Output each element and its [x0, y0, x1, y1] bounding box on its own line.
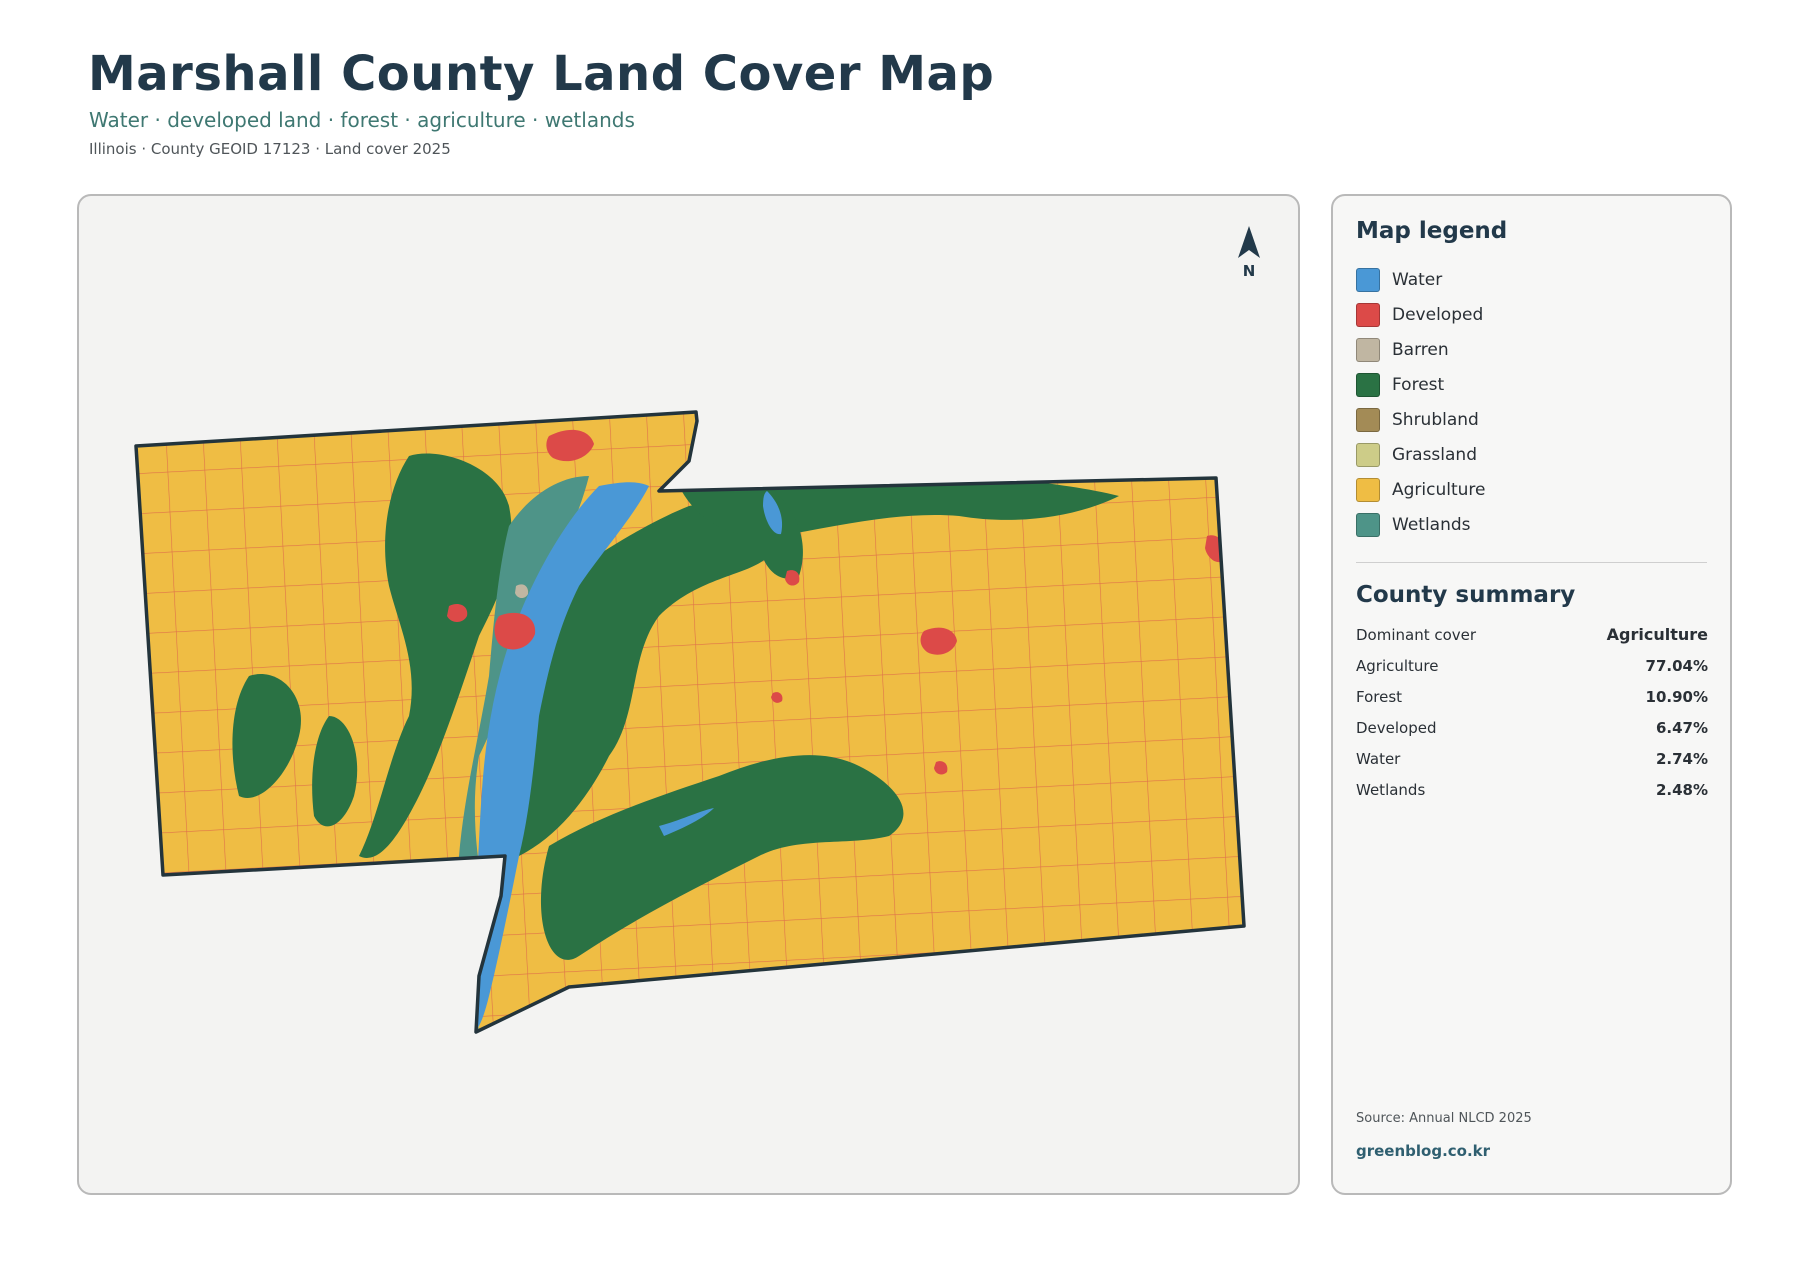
legend-divider	[1356, 562, 1707, 563]
legend-swatch	[1356, 477, 1380, 502]
legend-panel: Map legend Water Developed Barren Forest Shr…	[1331, 194, 1732, 1195]
legend-item-water: Water	[1356, 262, 1486, 297]
summary-row: Wetlands 2.48%	[1356, 774, 1708, 805]
summary-label: Water	[1356, 749, 1401, 768]
legend-item-forest: Forest	[1356, 367, 1486, 402]
developed-area	[447, 604, 468, 622]
source-note: Source: Annual NLCD 2025	[1356, 1111, 1532, 1126]
summary-label: Agriculture	[1356, 656, 1439, 675]
legend-swatch	[1356, 442, 1380, 467]
page-title: Marshall County Land Cover Map	[88, 46, 995, 102]
north-arrow: N	[1232, 224, 1266, 284]
county-map[interactable]	[79, 196, 1298, 1193]
north-arrow-icon	[1238, 226, 1260, 258]
summary-row: Dominant cover Agriculture	[1356, 619, 1708, 650]
site-link[interactable]: greenblog.co.kr	[1356, 1142, 1490, 1160]
legend-label: Barren	[1392, 339, 1449, 360]
summary-label: Dominant cover	[1356, 625, 1477, 644]
page-subtitle: Water · developed land · forest · agricu…	[89, 108, 635, 132]
north-label: N	[1242, 262, 1256, 280]
legend-label: Forest	[1392, 374, 1445, 395]
summary-row: Water 2.74%	[1356, 743, 1708, 774]
land-cover-layer	[136, 385, 1244, 1032]
legend-swatch	[1356, 512, 1380, 537]
legend-label: Grassland	[1392, 444, 1477, 465]
summary-label: Wetlands	[1356, 780, 1426, 799]
page-meta: Illinois · County GEOID 17123 · Land cov…	[89, 140, 451, 158]
legend-item-developed: Developed	[1356, 297, 1486, 332]
summary-row: Developed 6.47%	[1356, 712, 1708, 743]
summary-row: Forest 10.90%	[1356, 681, 1708, 712]
summary-value: 6.47%	[1655, 718, 1708, 737]
legend-label: Wetlands	[1392, 514, 1471, 535]
legend-label: Agriculture	[1392, 479, 1486, 500]
summary-value: 77.04%	[1645, 656, 1708, 675]
summary-row: Agriculture 77.04%	[1356, 650, 1708, 681]
summary-table: Dominant cover Agriculture Agriculture 77.0…	[1356, 619, 1708, 805]
summary-label: Developed	[1356, 718, 1437, 737]
summary-value: 10.90%	[1645, 687, 1708, 706]
legend-item-grassland: Grassland	[1356, 437, 1486, 472]
legend-item-agriculture: Agriculture	[1356, 472, 1486, 507]
legend-label: Shrubland	[1392, 409, 1479, 430]
legend-swatch	[1356, 407, 1380, 432]
legend-list: Water Developed Barren Forest Shrubland Grass…	[1356, 262, 1486, 542]
legend-item-shrubland: Shrubland	[1356, 402, 1486, 437]
legend-swatch	[1356, 267, 1380, 292]
barren-area	[584, 385, 596, 397]
legend-swatch	[1356, 302, 1380, 327]
summary-label: Forest	[1356, 687, 1403, 706]
legend-label: Water	[1392, 269, 1443, 290]
legend-item-wetlands: Wetlands	[1356, 507, 1486, 542]
summary-heading: County summary	[1356, 582, 1576, 608]
legend-heading: Map legend	[1356, 218, 1508, 244]
legend-label: Developed	[1392, 304, 1484, 325]
legend-swatch	[1356, 337, 1380, 362]
summary-value: Agriculture	[1606, 625, 1708, 644]
summary-value: 2.48%	[1655, 780, 1708, 799]
summary-value: 2.74%	[1655, 749, 1708, 768]
legend-swatch	[1356, 372, 1380, 397]
map-panel[interactable]: N	[77, 194, 1300, 1195]
legend-item-barren: Barren	[1356, 332, 1486, 367]
